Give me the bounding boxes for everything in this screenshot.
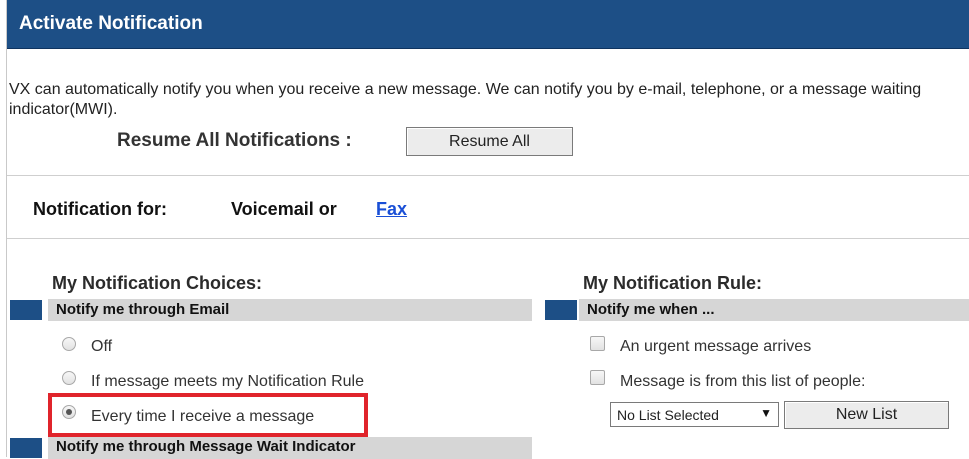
rule-section-header: Notify me when ... [579,299,969,321]
list-select[interactable]: No List Selected ▼ [610,402,779,427]
left-border [6,0,7,457]
rule-title: My Notification Rule: [583,273,762,293]
section-marker [10,438,42,458]
resume-all-button[interactable]: Resume All [406,127,573,156]
radio-off[interactable] [62,337,76,351]
dropdown-arrow-icon: ▼ [760,406,772,420]
divider [7,238,969,239]
mwi-section-label: Notify me through Message Wait Indicator [56,438,356,455]
radio-meets-rule-label: If message meets my Notification Rule [91,373,364,390]
divider [7,175,969,176]
intro-text: VX can automatically notify you when you… [9,81,922,118]
page-header: Activate Notification [7,0,969,49]
choices-title: My Notification Choices: [52,273,263,293]
page-title: Activate Notification [19,13,203,34]
resume-all-label: Resume All Notifications : [117,130,352,151]
email-section-header: Notify me through Email [48,299,532,321]
people-list-checkbox[interactable] [590,370,605,385]
mwi-section-header: Notify me through Message Wait Indicator [48,437,532,459]
people-list-checkbox-label: Message is from this list of people: [620,373,866,390]
notification-type-label: Voicemail or [231,199,337,219]
urgent-checkbox-label: An urgent message arrives [620,338,812,355]
email-section-label: Notify me through Email [56,301,230,318]
fax-link[interactable]: Fax [376,199,407,220]
rule-section-label: Notify me when ... [587,301,715,318]
radio-meets-rule[interactable] [62,371,76,385]
urgent-checkbox[interactable] [590,336,605,351]
radio-off-label: Off [91,338,113,355]
list-select-value: No List Selected [617,407,719,423]
section-marker [10,300,42,320]
notification-for-label: Notification for: [33,199,167,219]
highlight-box [48,393,368,437]
new-list-button[interactable]: New List [784,401,949,429]
section-marker [545,300,577,320]
